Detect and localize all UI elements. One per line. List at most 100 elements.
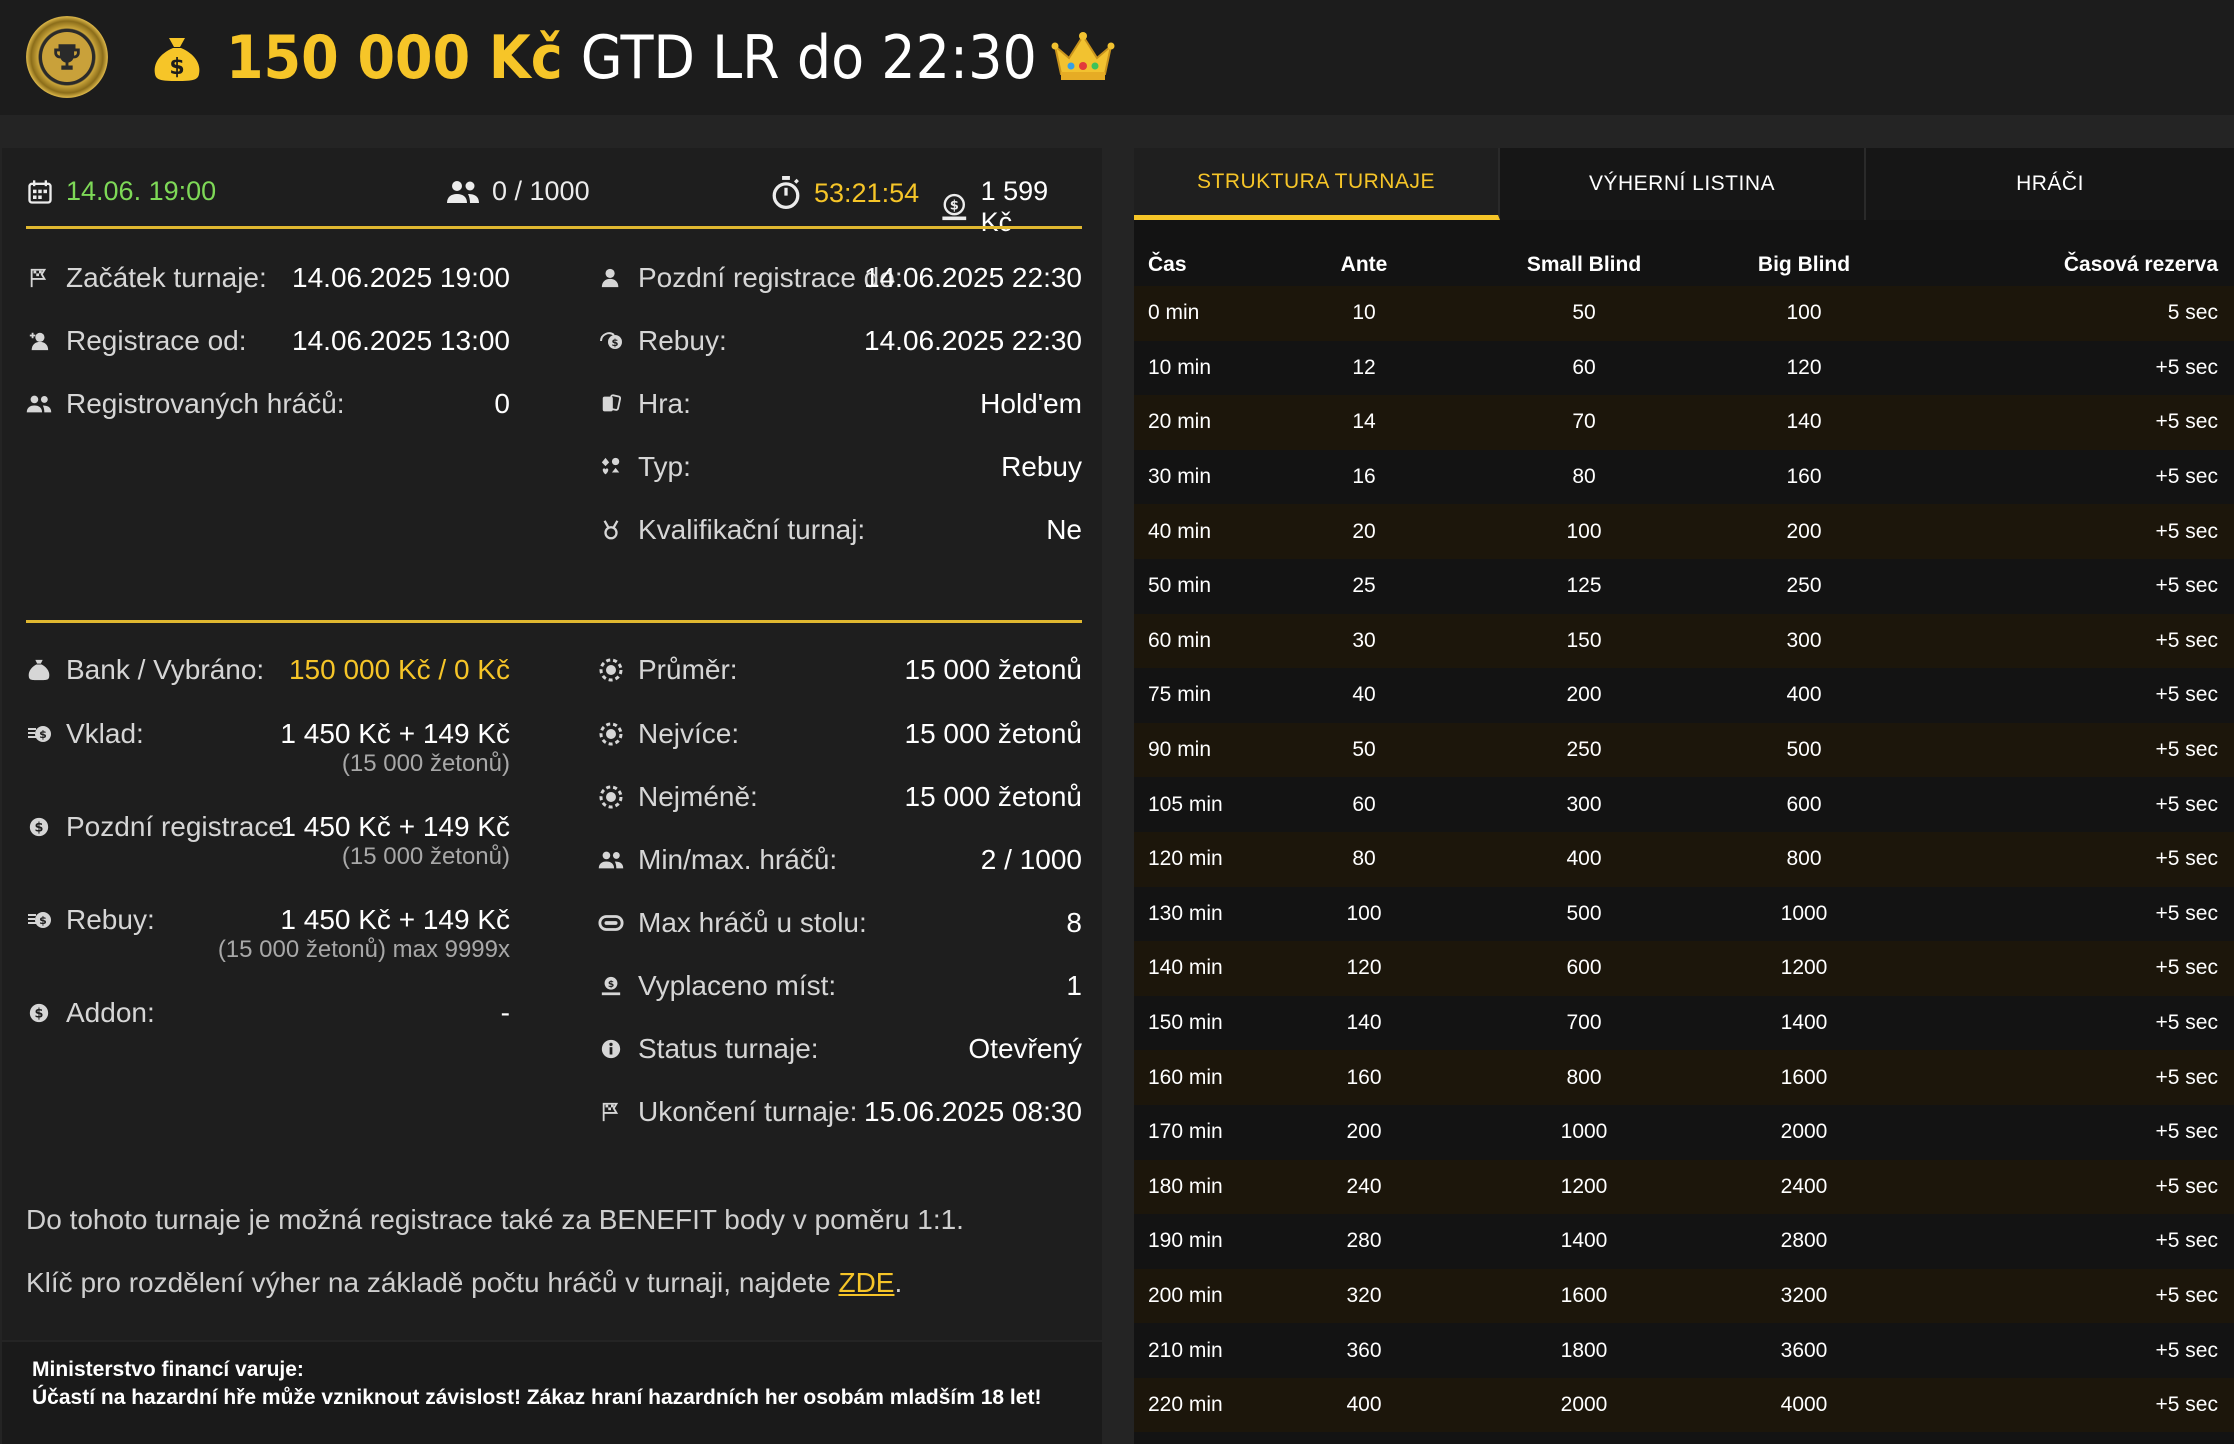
cell-big-blind: 500	[1786, 738, 1822, 762]
info-label: Status turnaje:	[638, 1033, 819, 1064]
info-label: Typ:	[638, 451, 691, 482]
cell-ante: 14	[1352, 410, 1376, 434]
info-paid-places: $ Vyplaceno míst: 1	[598, 966, 1082, 1006]
info-label: Ukončení turnaje:	[638, 1096, 858, 1127]
title-text: GTD LR do 22:30	[580, 23, 1037, 93]
info-bank: Bank / Vybráno: 150 000 Kč / 0 Kč	[26, 650, 510, 690]
cards-icon	[598, 391, 624, 417]
cell-big-blind: 300	[1786, 628, 1822, 652]
moneybag-icon	[26, 657, 52, 683]
table-icon	[598, 910, 624, 936]
trophy-icon	[26, 16, 108, 98]
cell-ante: 360	[1346, 1338, 1382, 1362]
summary-date: 14.06. 19:00	[26, 176, 216, 207]
info-label: Kvalifikační turnaj:	[638, 514, 866, 545]
info-label: Bank / Vybráno:	[66, 654, 265, 685]
payout-icon: $	[598, 973, 624, 999]
header-time: Čas	[1148, 253, 1187, 276]
tab-payouts[interactable]: VÝHERNÍ LISTINA	[1500, 148, 1866, 220]
cell-big-blind: 250	[1786, 574, 1822, 598]
info-value: 14.06.2025 13:00	[292, 325, 510, 356]
info-value: -	[500, 997, 510, 1028]
table-row: 75 min 40 200 400 +5 sec	[1134, 668, 2234, 723]
info-average: Průměr: 15 000 žetonů	[598, 650, 1082, 690]
info-max-chips: Nejvíce: 15 000 žetonů	[598, 714, 1082, 754]
cell-big-blind: 400	[1786, 683, 1822, 707]
info-addon: $ Addon: -	[26, 993, 510, 1033]
cell-ante: 50	[1352, 738, 1376, 762]
table-row: 150 min 140 700 1400 +5 sec	[1134, 995, 2234, 1051]
cell-time: 10 min	[1148, 355, 1212, 379]
info-min-chips: Nejméně: 15 000 žetonů	[598, 777, 1082, 817]
cell-small-blind: 250	[1566, 738, 1602, 762]
medal-icon	[598, 517, 624, 543]
cell-big-blind: 100	[1786, 301, 1822, 325]
info-game: Hra: Hold'em	[598, 384, 1082, 424]
cell-time: 60 min	[1148, 628, 1212, 652]
cell-time-bank: +5 sec	[2155, 1229, 2218, 1253]
suits-icon	[598, 454, 624, 480]
info-label: Rebuy:	[638, 325, 727, 356]
table-row: 220 min 400 2000 4000 +5 sec	[1134, 1377, 2234, 1433]
info-rebuy-fee: $ Rebuy: 1 450 Kč + 149 Kč	[26, 900, 510, 940]
cell-small-blind: 700	[1566, 1011, 1602, 1035]
header: $ 150 000 Kč GTD LR do 22:30	[0, 0, 2234, 115]
payout-key-link[interactable]: ZDE	[838, 1267, 894, 1298]
info-type: Typ: Rebuy	[598, 447, 1082, 487]
gambling-warning: Ministerstvo financí varuje: Účastí na h…	[2, 1342, 1102, 1444]
cell-time-bank: +5 sec	[2155, 956, 2218, 980]
table-row: 10 min 12 60 120 +5 sec	[1134, 340, 2234, 396]
cell-time-bank: +5 sec	[2155, 628, 2218, 652]
table-row: 120 min 80 400 800 +5 sec	[1134, 831, 2234, 887]
cell-ante: 40	[1352, 683, 1376, 707]
coins-icon: $	[26, 721, 52, 747]
info-label: Max hráčů u stolu:	[638, 907, 867, 938]
tab-players[interactable]: HRÁČI	[1866, 148, 2234, 220]
cell-big-blind: 120	[1786, 355, 1822, 379]
chip-icon	[598, 721, 624, 747]
cell-big-blind: 3200	[1780, 1283, 1828, 1307]
cell-time-bank: +5 sec	[2155, 355, 2218, 379]
table-row: 130 min 100 500 1000 +5 sec	[1134, 886, 2234, 942]
cell-ante: 140	[1346, 1011, 1382, 1035]
cell-time-bank: +5 sec	[2155, 410, 2218, 434]
svg-text:$: $	[39, 728, 47, 741]
cell-big-blind: 2000	[1780, 1120, 1828, 1144]
info-value: 1 450 Kč + 149 Kč	[280, 811, 510, 842]
cell-big-blind: 2400	[1780, 1174, 1828, 1198]
cell-time: 190 min	[1148, 1229, 1223, 1253]
info-value: Rebuy	[1001, 451, 1082, 482]
cell-big-blind: 1600	[1780, 1065, 1828, 1089]
stopwatch-icon	[772, 176, 800, 210]
svg-text:$: $	[608, 979, 614, 990]
info-value: 1 450 Kč + 149 Kč	[280, 904, 510, 935]
structure-panel: STRUKTURA TURNAJE VÝHERNÍ LISTINA HRÁČI …	[1134, 148, 2234, 1444]
info-label: Hra:	[638, 388, 691, 419]
title-amount: 150 000 Kč	[226, 23, 563, 93]
tab-structure[interactable]: STRUKTURA TURNAJE	[1134, 148, 1500, 220]
tab-bar: STRUKTURA TURNAJE VÝHERNÍ LISTINA HRÁČI	[1134, 148, 2234, 220]
cell-time-bank: +5 sec	[2155, 465, 2218, 489]
players-icon	[447, 180, 479, 203]
tournament-info-panel: 14.06. 19:00 0 / 1000 53:21:54 $ 1 599 K…	[2, 148, 1102, 1340]
header-big-blind: Big Blind	[1757, 253, 1851, 276]
table-row: 140 min 120 600 1200 +5 sec	[1134, 941, 2234, 996]
cell-ante: 25	[1352, 574, 1376, 598]
divider	[26, 226, 1082, 229]
cell-time: 210 min	[1148, 1338, 1223, 1362]
table-row: 90 min 50 250 500 +5 sec	[1134, 722, 2234, 778]
cell-ante: 240	[1346, 1174, 1382, 1198]
info-value: 1	[1066, 970, 1082, 1001]
user-add-icon	[26, 328, 52, 354]
summary-players-text: 0 / 1000	[492, 176, 590, 206]
page-title: 150 000 Kč GTD LR do 22:30	[226, 20, 1115, 96]
flag-icon	[26, 265, 52, 291]
info-max-per-table: Max hráčů u stolu: 8	[598, 903, 1082, 943]
cell-time: 200 min	[1148, 1283, 1223, 1307]
cell-time: 140 min	[1148, 956, 1223, 980]
table-row: 190 min 280 1400 2800 +5 sec	[1134, 1214, 2234, 1269]
calendar-icon	[28, 179, 52, 204]
cell-time-bank: +5 sec	[2155, 792, 2218, 816]
info-value: 14.06.2025 19:00	[292, 262, 510, 293]
cell-time: 120 min	[1148, 847, 1223, 871]
